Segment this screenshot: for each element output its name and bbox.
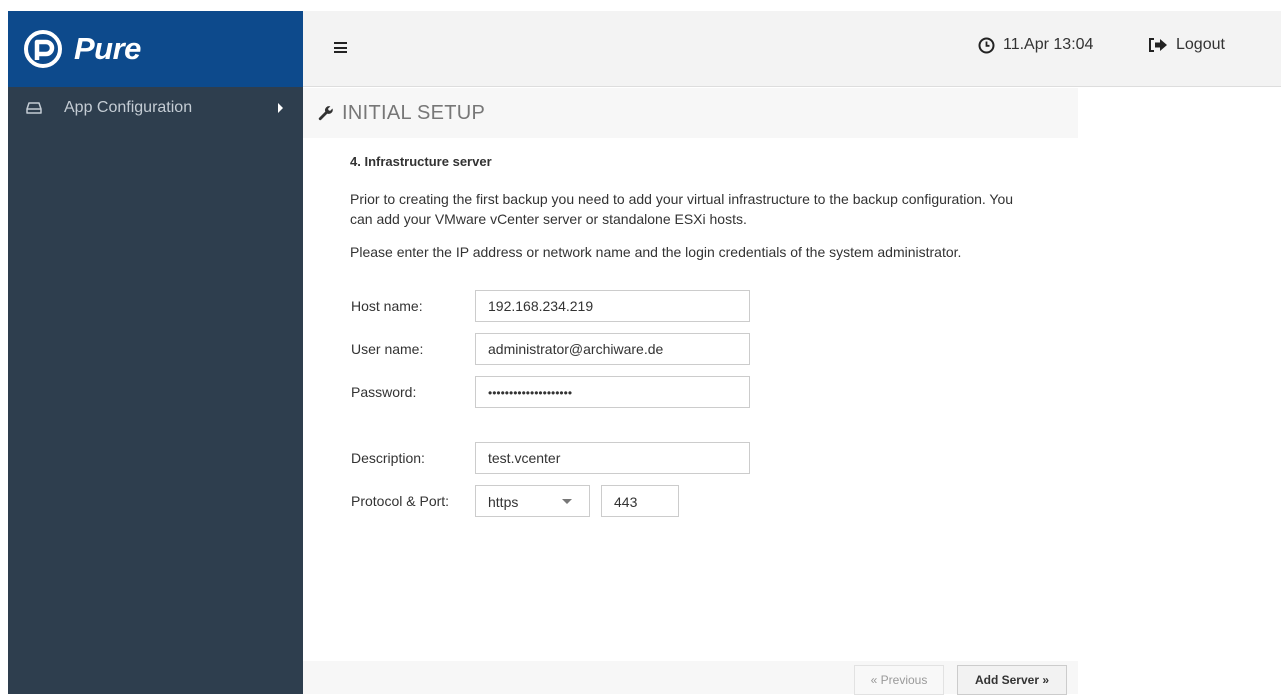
description-label: Description: bbox=[351, 450, 425, 466]
page-header: INITIAL SETUP bbox=[303, 88, 1078, 138]
pure-logo-icon bbox=[24, 30, 62, 68]
caret-right-icon bbox=[278, 103, 283, 113]
sidebar-item-app-configuration[interactable]: App Configuration bbox=[8, 87, 303, 129]
dropdown-arrow-icon bbox=[562, 499, 572, 504]
logout-label: Logout bbox=[1176, 36, 1225, 53]
hard-drive-icon bbox=[26, 102, 42, 114]
host-name-input[interactable]: 192.168.234.219 bbox=[475, 290, 750, 322]
wrench-icon bbox=[318, 106, 333, 121]
brand-header: Pure bbox=[8, 11, 303, 87]
description-input[interactable]: test.vcenter bbox=[475, 442, 750, 474]
previous-button[interactable]: « Previous bbox=[854, 665, 944, 695]
hamburger-icon[interactable] bbox=[334, 42, 347, 53]
page-title: INITIAL SETUP bbox=[342, 101, 486, 124]
password-label: Password: bbox=[351, 384, 417, 400]
host-name-label: Host name: bbox=[351, 298, 423, 314]
topbar: 11.Apr 13:04 Logout bbox=[303, 11, 1281, 87]
protocol-port-label: Protocol & Port: bbox=[351, 493, 450, 509]
user-name-input[interactable]: administrator@archiware.de bbox=[475, 333, 750, 365]
brand-name: Pure bbox=[74, 31, 141, 66]
add-server-button[interactable]: Add Server » bbox=[957, 665, 1067, 695]
datetime-text: 11.Apr 13:04 bbox=[1003, 36, 1094, 53]
password-input[interactable]: •••••••••••••••••••• bbox=[475, 376, 750, 408]
port-input[interactable]: 443 bbox=[601, 485, 679, 517]
intro-text: Prior to creating the first backup you n… bbox=[350, 191, 1014, 227]
logout-button[interactable]: Logout bbox=[1148, 36, 1225, 54]
sidebar-item-label: App Configuration bbox=[64, 99, 193, 116]
sidebar: Pure App Configuration bbox=[8, 11, 303, 694]
datetime-display: 11.Apr 13:04 bbox=[978, 36, 1093, 54]
clock-icon bbox=[978, 37, 995, 53]
protocol-value: https bbox=[488, 494, 519, 510]
instruction-text: Please enter the IP address or network n… bbox=[350, 244, 962, 260]
user-name-label: User name: bbox=[351, 341, 424, 357]
app-window: Pure App Configuration 11.Apr 13:04 Logo… bbox=[8, 11, 1281, 695]
step-title: 4. Infrastructure server bbox=[350, 154, 492, 169]
protocol-select[interactable]: https bbox=[475, 485, 590, 517]
sign-out-icon bbox=[1149, 38, 1167, 52]
main-content: INITIAL SETUP 4. Infrastructure server P… bbox=[303, 88, 1281, 695]
